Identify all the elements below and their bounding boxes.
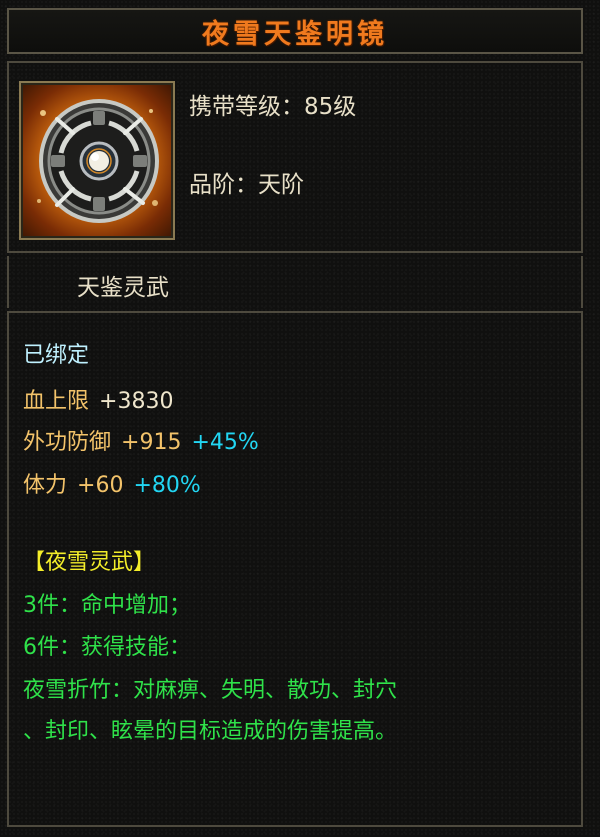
carry-level: 携带等级：85级 [189, 87, 356, 121]
set-effect: 6件：获得技能： [23, 635, 191, 660]
set-effect: 3件：命中增加； [23, 593, 191, 618]
set-effect: 夜雪折竹：对麻痹、失明、散功、封穴 [23, 678, 398, 703]
stat-name: 体力 [23, 473, 68, 498]
stat-row: 体力 +60 +80% [23, 473, 201, 499]
set-name: 【夜雪灵武】 [23, 550, 156, 575]
stat-name: 血上限 [23, 389, 90, 414]
mirror-icon [19, 81, 175, 240]
item-grade: 品阶：天阶 [189, 165, 304, 199]
stat-value: +3830 [99, 389, 174, 414]
stat-bonus: +45% [191, 430, 259, 455]
stat-value: +915 [121, 430, 182, 455]
item-type-row: 天鉴灵武 [7, 256, 583, 308]
bound-status: 已绑定 [23, 343, 90, 368]
attributes-section: 已绑定 血上限 +3830 外功防御 +915 +45% 体力 +60 +80% 【夜雪灵… [7, 311, 583, 827]
title-bar: 夜雪天鉴明镜 [7, 8, 583, 54]
stat-value: +60 [77, 473, 124, 498]
stat-bonus: +80% [133, 473, 201, 498]
grade-value: 天阶 [258, 172, 304, 198]
set-effect: 、封印、眩晕的目标造成的伤害提高。 [23, 719, 398, 744]
grade-label: 品阶： [189, 172, 258, 198]
stat-row: 血上限 +3830 [23, 389, 173, 415]
item-tooltip: 夜雪天鉴明镜 携带等级：85级 品阶：天阶 天鉴灵武 已绑定 血上限 +3830… [0, 0, 600, 837]
carry-level-value: 85级 [304, 94, 357, 120]
carry-level-label: 携带等级： [189, 94, 304, 120]
stat-row: 外功防御 +915 +45% [23, 430, 259, 456]
item-title: 夜雪天鉴明镜 [202, 18, 388, 50]
item-info-section: 携带等级：85级 品阶：天阶 [7, 61, 583, 253]
item-type: 天鉴灵武 [77, 275, 169, 301]
stat-name: 外功防御 [23, 430, 112, 455]
